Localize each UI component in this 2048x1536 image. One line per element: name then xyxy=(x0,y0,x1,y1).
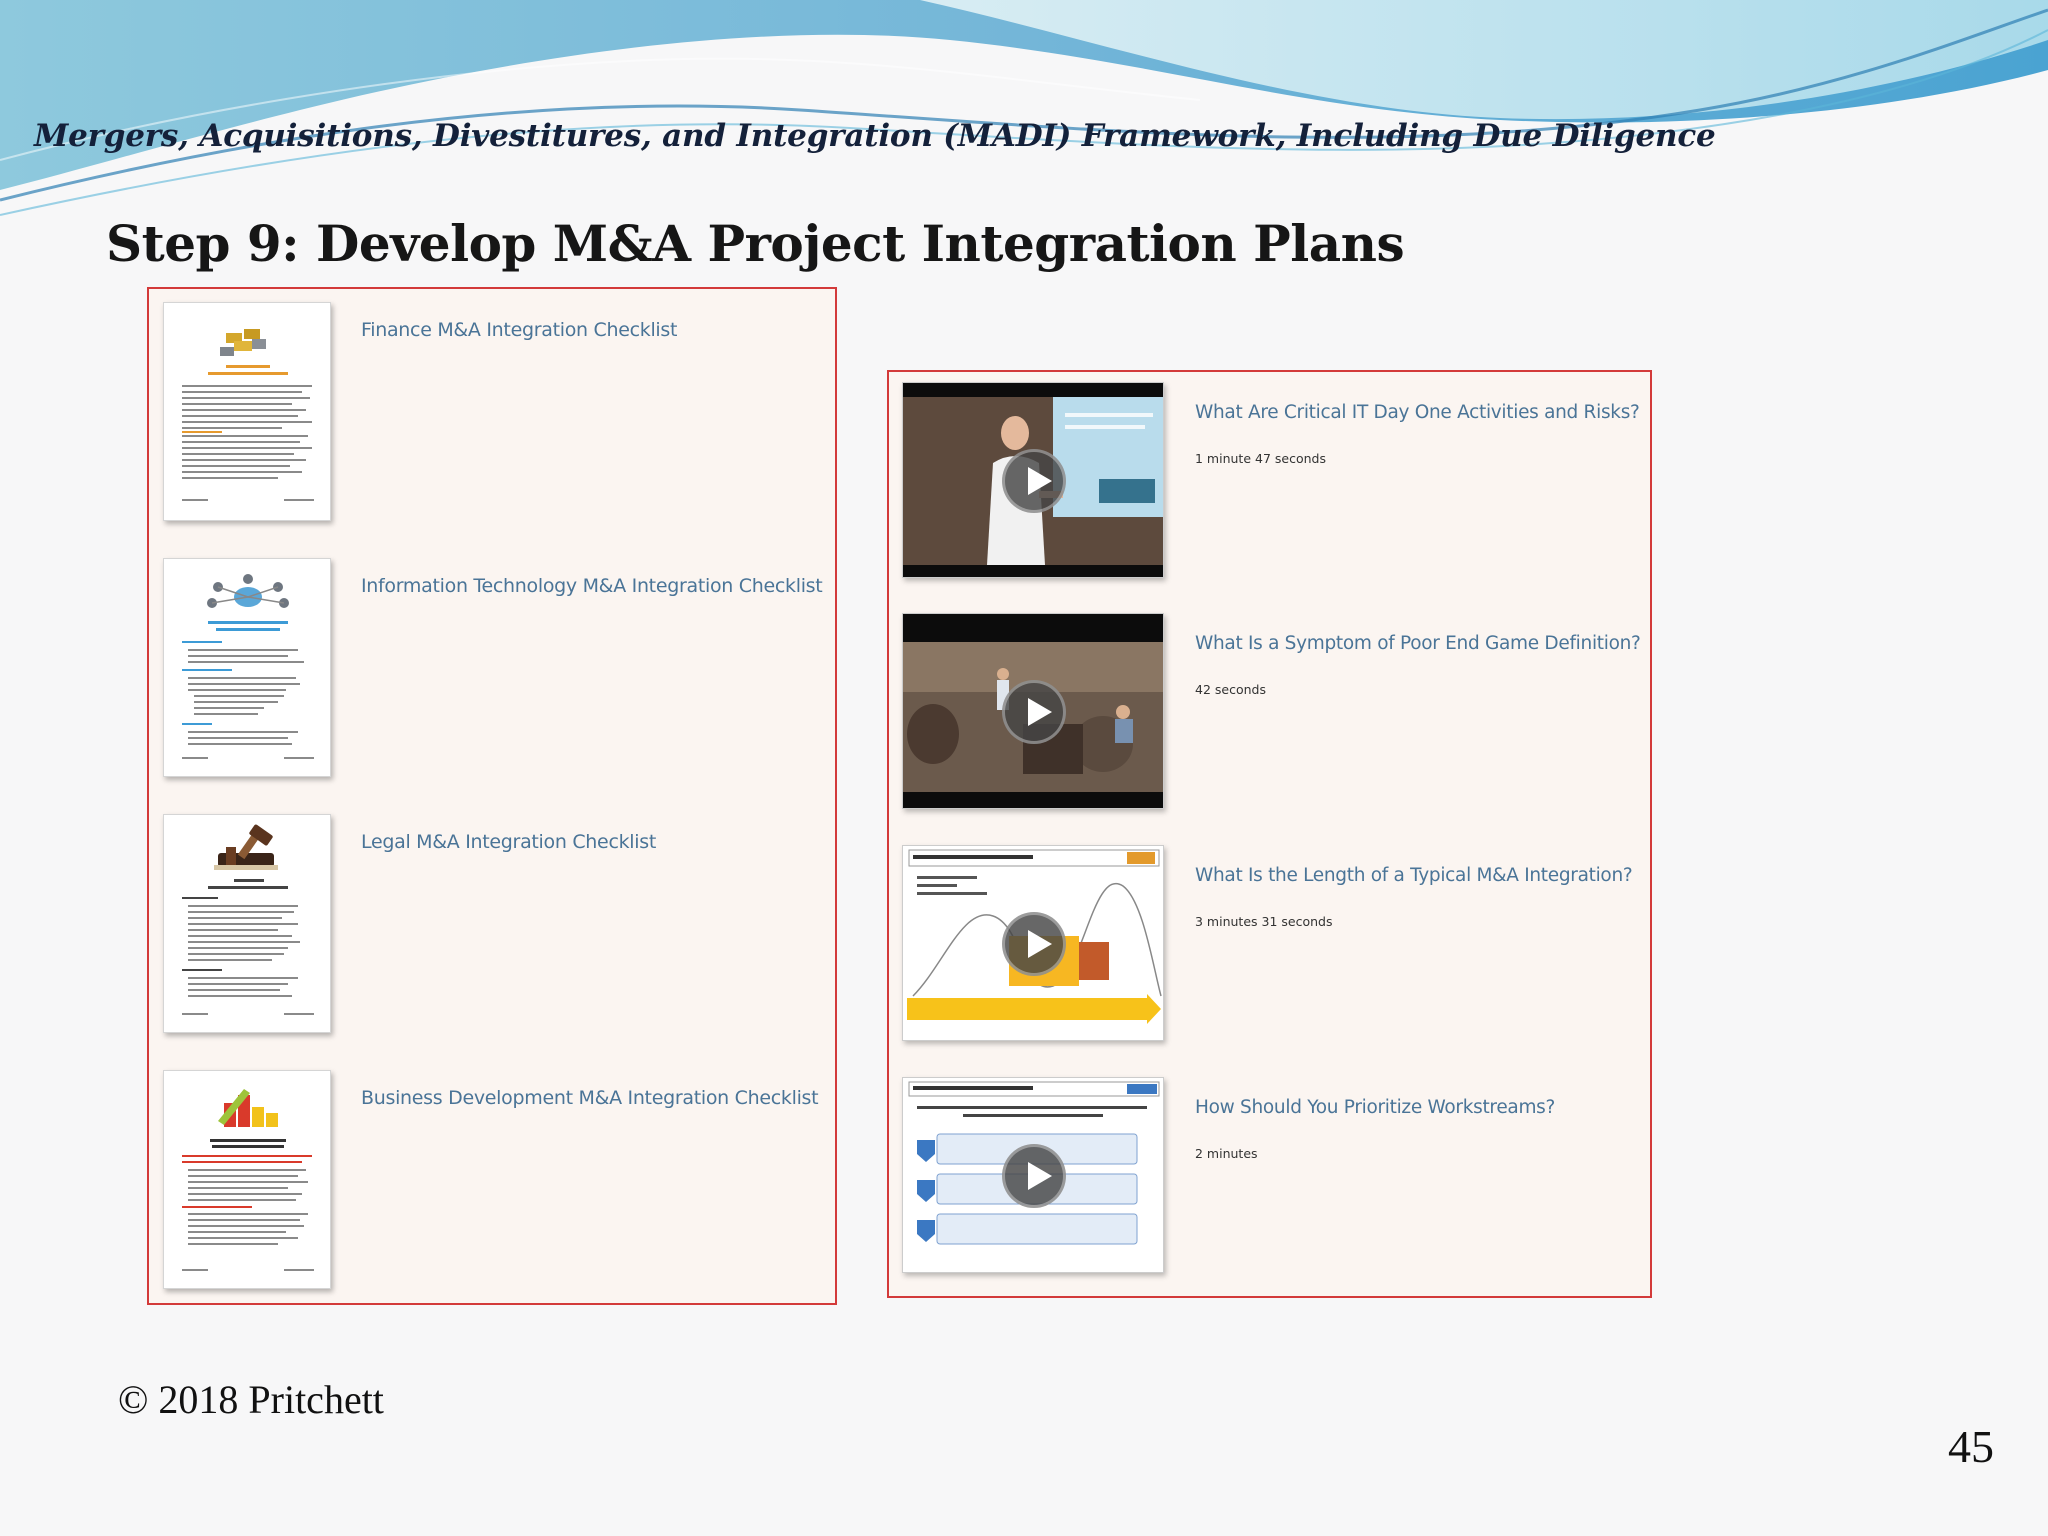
video-thumbnail[interactable] xyxy=(902,382,1164,578)
copyright-notice: © 2018 Pritchett xyxy=(118,1377,384,1422)
video-title-link[interactable]: What Is a Symptom of Poor End Game Defin… xyxy=(1195,633,1641,654)
video-duration: 42 seconds xyxy=(1195,682,1266,697)
checklists-panel: Finance M&A Integration Checklist Inform… xyxy=(147,287,837,1305)
play-button[interactable] xyxy=(1002,680,1066,744)
network-icon xyxy=(207,574,289,608)
checklist-item-business-development[interactable]: Business Development M&A Integration Che… xyxy=(163,1057,823,1289)
play-button[interactable] xyxy=(1002,912,1066,976)
video-item-prioritize-workstreams[interactable]: How Should You Prioritize Workstreams? 2… xyxy=(902,1067,1642,1273)
checklist-link[interactable]: Business Development M&A Integration Che… xyxy=(361,1087,819,1109)
checklist-item-information-technology[interactable]: Information Technology M&A Integration C… xyxy=(163,545,823,777)
checklist-item-finance[interactable]: Finance M&A Integration Checklist xyxy=(163,289,823,521)
video-item-end-game-definition[interactable]: What Is a Symptom of Poor End Game Defin… xyxy=(902,603,1642,809)
video-item-integration-length[interactable]: What Is the Length of a Typical M&A Inte… xyxy=(902,835,1642,1041)
slide-title: Step 9: Develop M&A Project Integration … xyxy=(106,214,1405,273)
video-title-link[interactable]: What Is the Length of a Typical M&A Inte… xyxy=(1195,865,1633,886)
checklist-link[interactable]: Finance M&A Integration Checklist xyxy=(361,319,677,341)
presentation-header-title: Mergers, Acquisitions, Divestitures, and… xyxy=(34,118,1716,154)
play-icon xyxy=(1028,467,1052,495)
gold-bars-icon xyxy=(220,329,266,356)
play-icon xyxy=(1028,698,1052,726)
slide-page-number: 45 xyxy=(1948,1421,1994,1472)
video-duration: 2 minutes xyxy=(1195,1146,1258,1161)
video-thumbnail[interactable] xyxy=(902,845,1164,1041)
play-icon xyxy=(1028,1162,1052,1190)
video-duration: 3 minutes 31 seconds xyxy=(1195,914,1333,929)
business-development-checklist-thumbnail[interactable] xyxy=(163,1070,331,1289)
video-item-it-day-one[interactable]: What Are Critical IT Day One Activities … xyxy=(902,372,1642,578)
video-title-link[interactable]: What Are Critical IT Day One Activities … xyxy=(1195,402,1640,423)
video-thumbnail[interactable] xyxy=(902,1077,1164,1273)
play-button[interactable] xyxy=(1002,1144,1066,1208)
video-thumbnail[interactable] xyxy=(902,613,1164,809)
video-title-link[interactable]: How Should You Prioritize Workstreams? xyxy=(1195,1097,1555,1118)
videos-panel: What Are Critical IT Day One Activities … xyxy=(887,370,1652,1298)
it-checklist-thumbnail[interactable] xyxy=(163,558,331,777)
play-icon xyxy=(1028,930,1052,958)
legal-checklist-thumbnail[interactable] xyxy=(163,814,331,1033)
gavel-icon xyxy=(214,824,278,870)
checklist-item-legal[interactable]: Legal M&A Integration Checklist xyxy=(163,801,823,1033)
checklist-link[interactable]: Legal M&A Integration Checklist xyxy=(361,831,656,853)
video-duration: 1 minute 47 seconds xyxy=(1195,451,1326,466)
finance-checklist-thumbnail[interactable] xyxy=(163,302,331,521)
bar-chart-icon xyxy=(218,1089,278,1127)
checklist-link[interactable]: Information Technology M&A Integration C… xyxy=(361,575,823,597)
play-button[interactable] xyxy=(1002,449,1066,513)
